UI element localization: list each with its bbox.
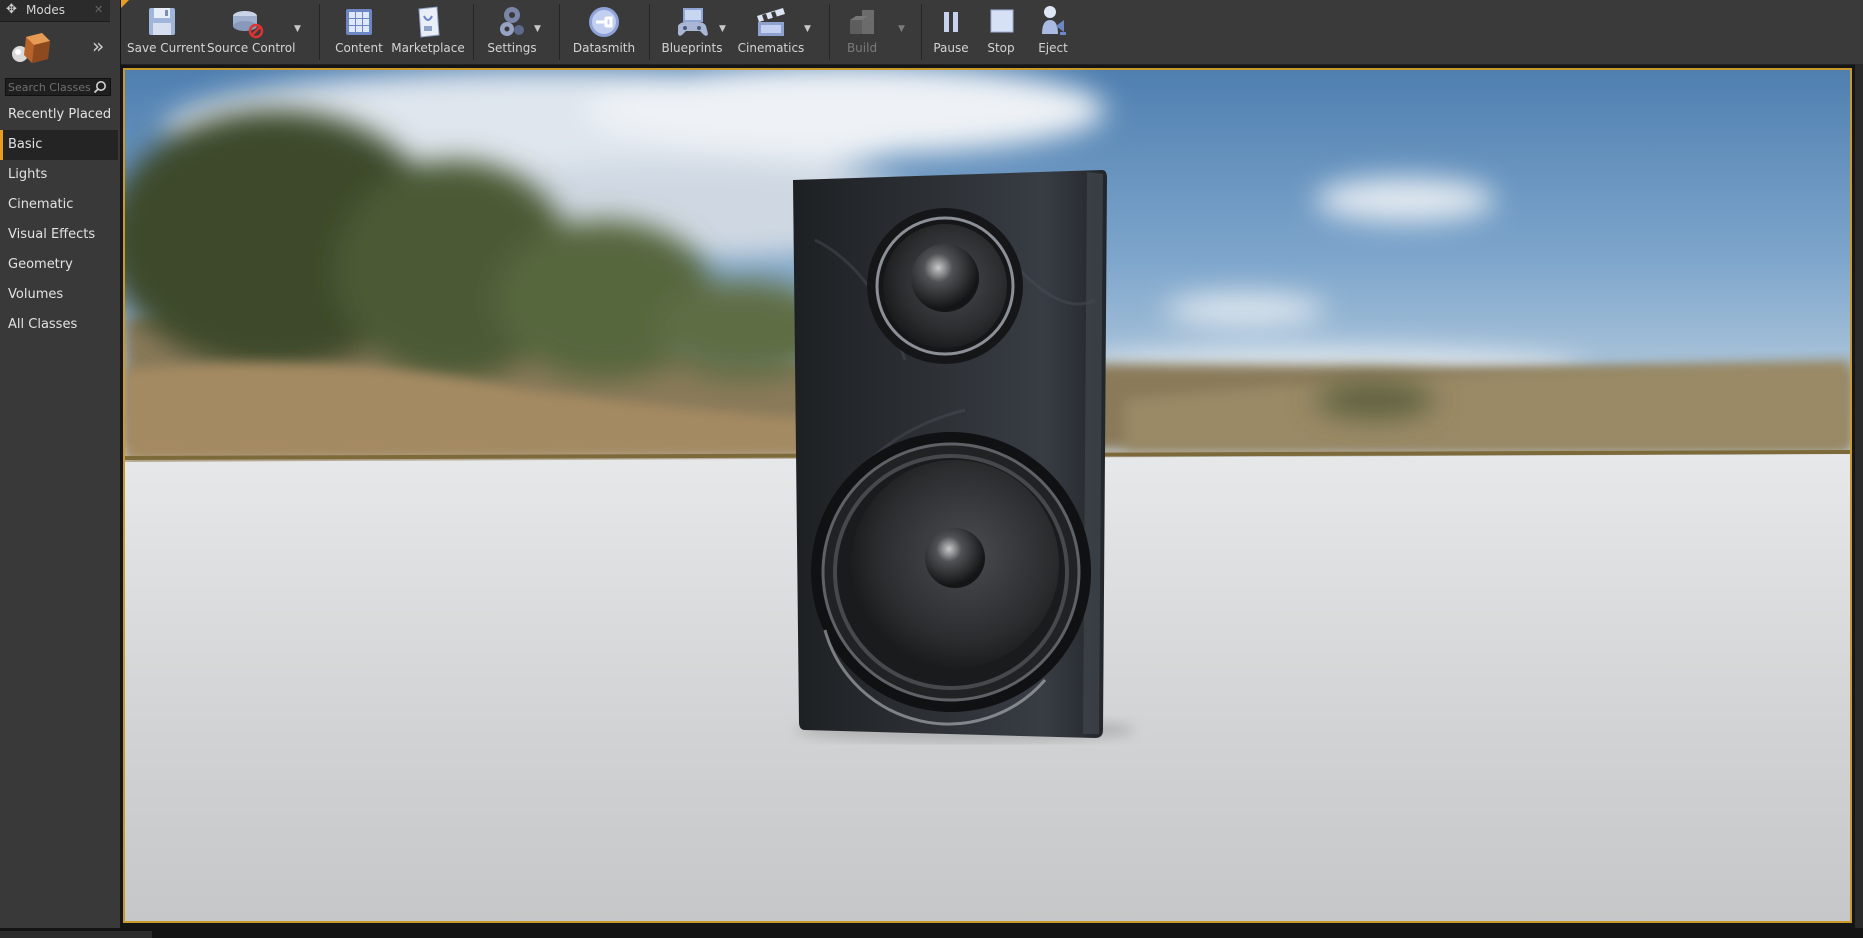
toolbar-separator (559, 4, 560, 60)
floppy-disk-icon (149, 8, 175, 35)
modes-icon: ✥ (6, 2, 17, 17)
toolbar-separator (649, 4, 650, 60)
toolbar-separator (319, 4, 320, 60)
category-recently-placed[interactable]: Recently Placed (0, 100, 118, 130)
place-mode-button[interactable] (8, 27, 54, 67)
category-all-classes[interactable]: All Classes (0, 310, 118, 340)
category-visual-effects[interactable]: Visual Effects (0, 220, 118, 250)
eject-button[interactable]: Eject (1029, 0, 1077, 60)
category-cinematic[interactable]: Cinematic (0, 190, 118, 220)
build-button[interactable]: Build (837, 0, 887, 60)
main-toolbar: Save Current Source Control ▼ Content Ma (121, 0, 1863, 65)
build-blocks-icon (850, 10, 874, 34)
content-browser-icon (346, 9, 372, 35)
eject-label: Eject (1038, 41, 1068, 55)
content-label: Content (335, 41, 383, 55)
stop-icon (990, 9, 1014, 33)
marketplace-button[interactable]: Marketplace (391, 0, 465, 60)
toolbar-separator (473, 4, 474, 60)
category-list: Recently Placed Basic Lights Cinematic V… (0, 100, 118, 340)
search-classes-input-box[interactable] (5, 78, 111, 96)
gamepad-icon (678, 8, 708, 36)
source-control-icon (233, 11, 264, 39)
search-icon[interactable] (93, 80, 107, 94)
source-control-dropdown-icon[interactable]: ▼ (294, 24, 301, 34)
bottom-tab[interactable] (0, 931, 152, 938)
close-icon[interactable]: ✕ (94, 3, 103, 16)
modes-tab-title: Modes (26, 3, 65, 17)
category-geometry[interactable]: Geometry (0, 250, 118, 280)
cinematics-dropdown-icon[interactable]: ▼ (804, 24, 811, 34)
category-basic[interactable]: Basic (0, 130, 118, 160)
stop-label: Stop (987, 41, 1015, 55)
cinematics-button[interactable]: Cinematics (735, 0, 807, 60)
save-current-label: Save Current (127, 41, 206, 55)
settings-dropdown-icon[interactable]: ▼ (534, 24, 541, 34)
toolbar-separator (829, 4, 830, 60)
settings-label: Settings (487, 41, 537, 55)
blueprints-button[interactable]: Blueprints (657, 0, 727, 60)
modes-tab[interactable]: ✥ Modes ✕ (0, 0, 110, 22)
source-control-label: Source Control (207, 41, 296, 55)
right-panel-edge (1855, 64, 1863, 928)
content-button[interactable]: Content (331, 0, 387, 60)
save-current-button[interactable]: Save Current (127, 0, 206, 60)
chevron-double-right-icon[interactable]: » (92, 36, 104, 56)
pause-label: Pause (933, 41, 969, 55)
tweeter-dome (911, 244, 979, 312)
search-classes-input[interactable] (8, 79, 92, 95)
blueprints-label: Blueprints (661, 41, 723, 55)
modes-panel: ✥ Modes ✕ » Recently Placed Basic Lights… (0, 0, 120, 928)
loudspeaker-model (793, 170, 1107, 738)
pause-icon (944, 12, 958, 32)
gears-icon (500, 7, 524, 36)
category-lights[interactable]: Lights (0, 160, 118, 190)
pause-button[interactable]: Pause (929, 0, 973, 60)
blueprints-dropdown-icon[interactable]: ▼ (719, 24, 726, 34)
clapperboard-icon (757, 8, 785, 36)
cinematics-label: Cinematics (737, 41, 805, 55)
marketplace-label: Marketplace (391, 41, 465, 55)
level-viewport[interactable] (123, 68, 1852, 923)
source-control-button[interactable]: Source Control (207, 0, 296, 60)
place-mode-icon (12, 33, 50, 63)
datasmith-icon (589, 7, 619, 37)
eject-icon (1042, 6, 1066, 35)
build-label: Build (846, 41, 878, 55)
datasmith-button[interactable]: Datasmith (567, 0, 641, 60)
category-volumes[interactable]: Volumes (0, 280, 118, 310)
build-dropdown-icon[interactable]: ▼ (898, 24, 905, 34)
bottom-bar (0, 928, 1863, 938)
datasmith-label: Datasmith (572, 41, 636, 55)
toolbar-separator (921, 4, 922, 60)
woofer-dust-cap (925, 528, 985, 588)
marketplace-icon (418, 6, 440, 38)
stop-button[interactable]: Stop (979, 0, 1023, 60)
viewport-scene-render (125, 70, 1850, 921)
